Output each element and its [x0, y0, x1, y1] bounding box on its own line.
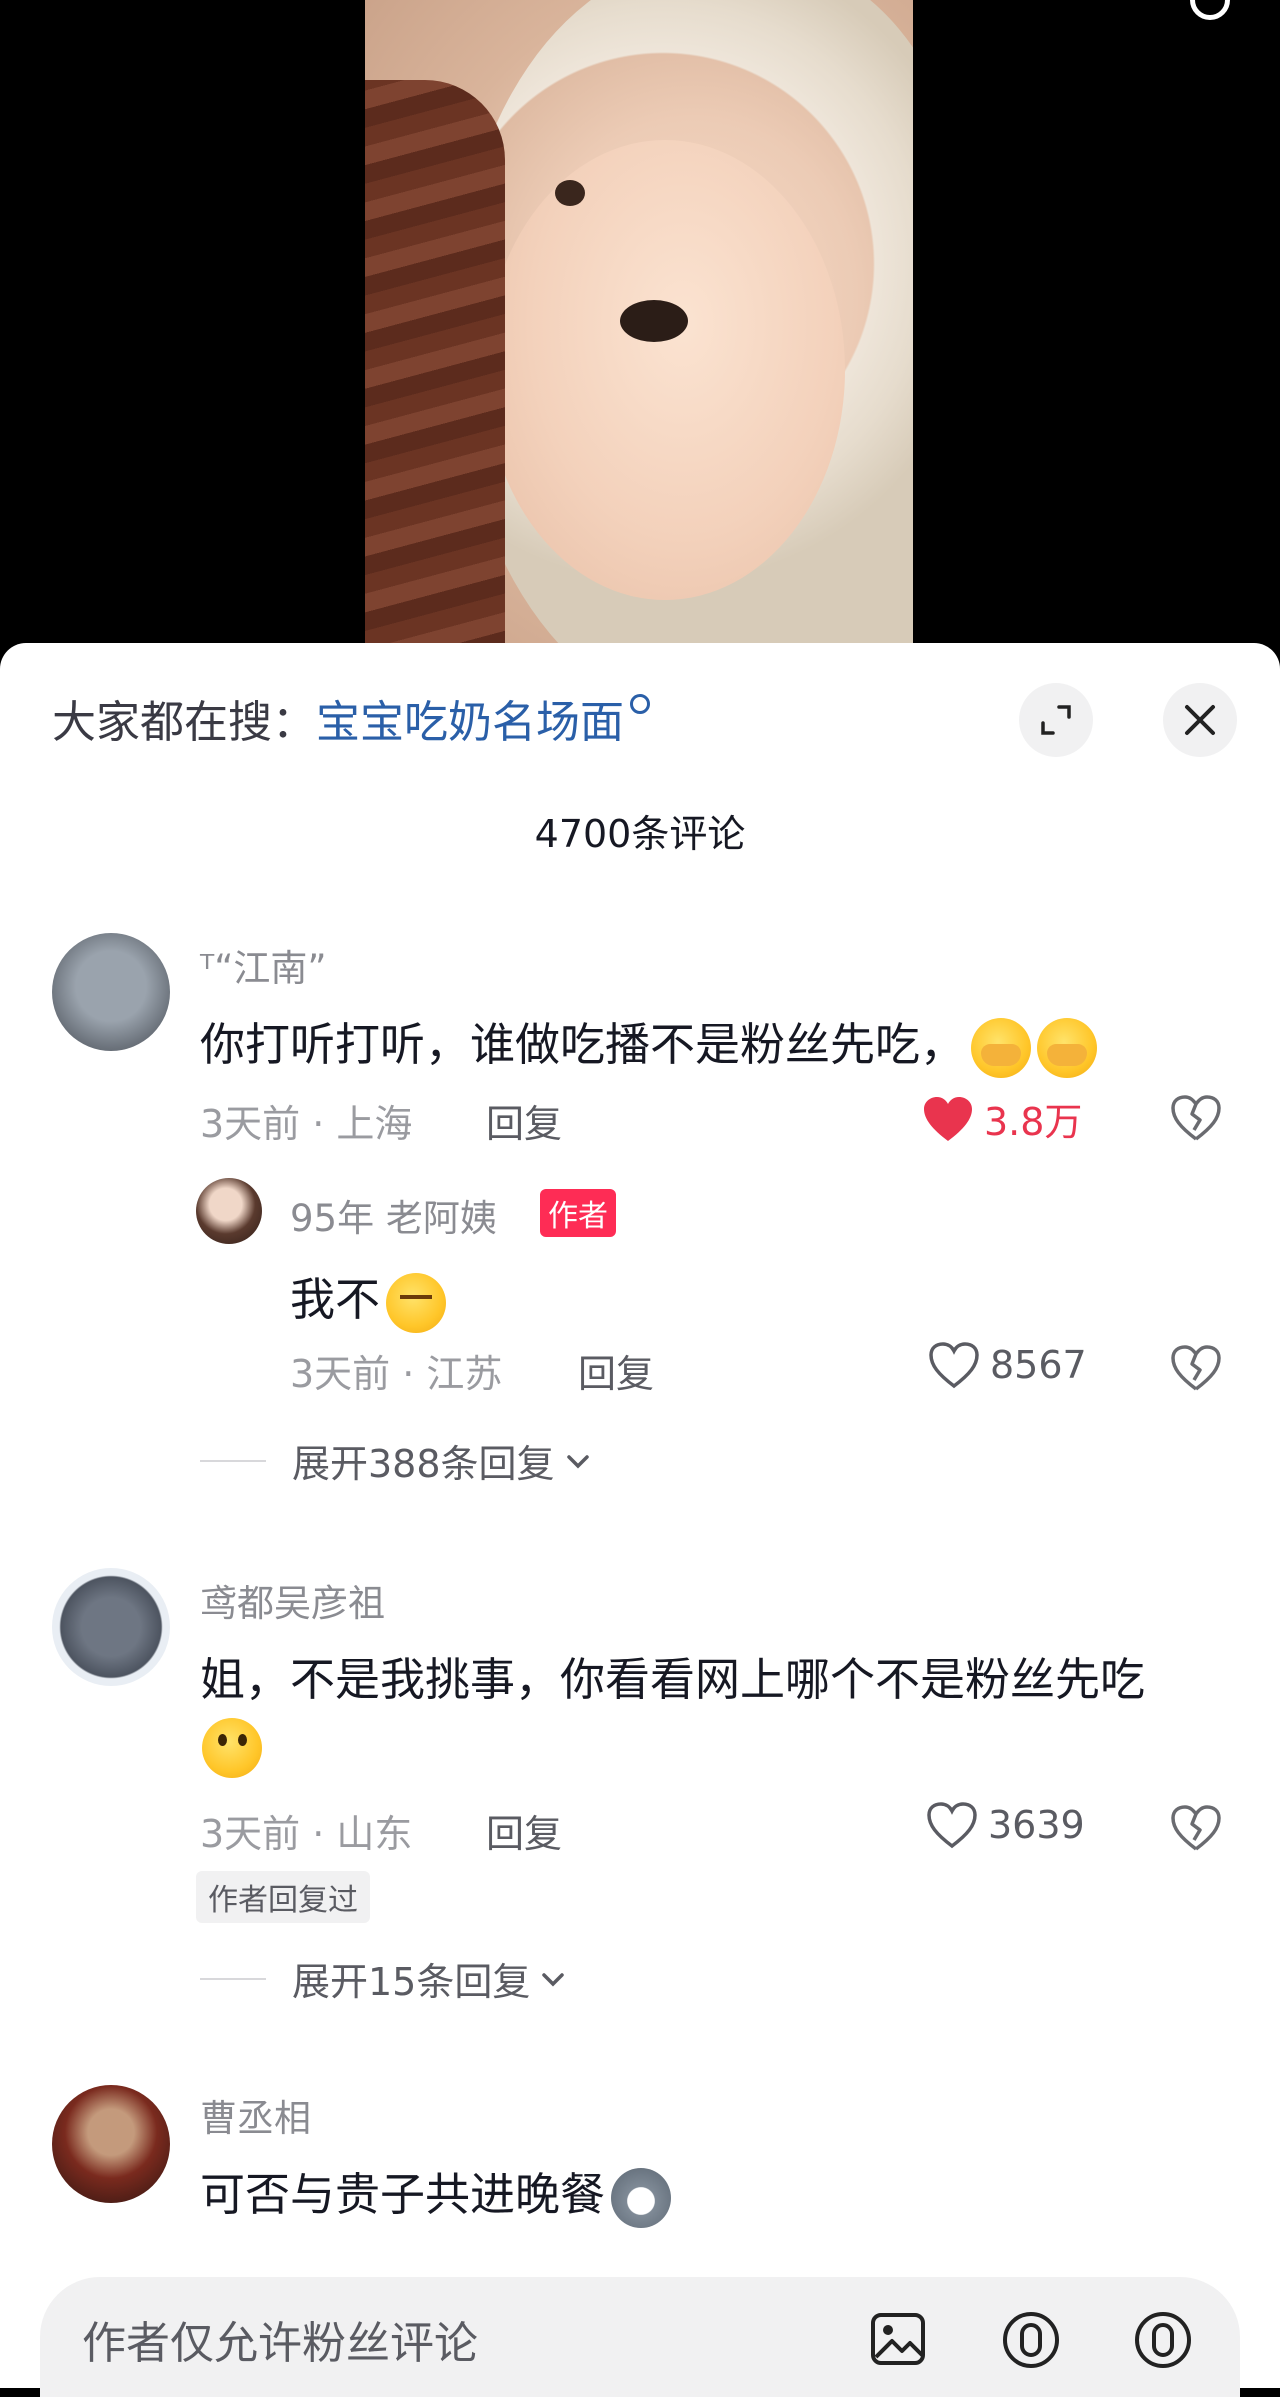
author-badge: 作者 [540, 1189, 616, 1237]
reply-text-content: 我不 [290, 1273, 381, 1326]
video-cloth-shape [365, 80, 505, 660]
comment-text: 你打听打听，谁做吃播不是粉丝先吃， [200, 1008, 1098, 1078]
video-eye-shape [620, 300, 688, 342]
reply-meta: 3天前 · 江苏 [290, 1352, 503, 1396]
comment-meta: 3天前 · 山东 [200, 1812, 413, 1856]
search-icon [630, 694, 650, 714]
reply-button[interactable]: 回复 [486, 1093, 562, 1148]
chevron-down-icon [566, 1454, 589, 1468]
heart-filled-icon [924, 1096, 972, 1141]
comments-panel: 大家都在搜： 宝宝吃奶名场面 4700条评论 ᵀ“江南” 你打听打听，谁做吃播不… [0, 643, 1280, 2388]
expand-replies-button[interactable]: 展开388条回复 [200, 1433, 591, 1488]
avatar[interactable] [52, 2085, 170, 2203]
divider [200, 1459, 266, 1462]
chevron-down-icon [542, 1972, 565, 1986]
comment-meta: 3天前 · 上海 [200, 1102, 413, 1146]
reply-text: 我不 [290, 1263, 447, 1333]
search-icon[interactable] [1190, 0, 1230, 20]
dislike-icon[interactable] [1170, 1804, 1222, 1852]
dislike-icon[interactable] [1170, 1094, 1222, 1142]
video-face-shape [485, 140, 845, 600]
comment-username[interactable]: 曹丞相 [200, 2088, 311, 2142]
reply-username[interactable]: 95年 老阿姨 [290, 1188, 497, 1242]
heart-icon [927, 1802, 977, 1849]
comment-text-content: 可否与贵子共进晚餐 [200, 2168, 606, 2221]
reply-button[interactable]: 回复 [486, 1803, 562, 1858]
emoji-icon[interactable] [1132, 2309, 1194, 2371]
divider [200, 1977, 266, 1980]
at-mention-icon[interactable] [1000, 2309, 1062, 2371]
comment-text: 姐，不是我挑事，你看看网上哪个不是粉丝先吃 [200, 1653, 1146, 1706]
expand-replies-label: 展开15条回复 [292, 1960, 531, 2004]
author-replied-tag: 作者回复过 [196, 1871, 370, 1923]
avatar[interactable] [196, 1178, 262, 1244]
dislike-icon[interactable] [1170, 1344, 1222, 1392]
comment-input-placeholder[interactable]: 作者仅允许粉丝评论 [82, 2307, 478, 2371]
like-button[interactable]: 3.8万 [922, 1091, 1082, 1146]
like-count: 3639 [988, 1803, 1085, 1847]
avatar[interactable] [52, 1568, 170, 1686]
like-count: 3.8万 [984, 1100, 1083, 1144]
video-frame [365, 0, 913, 660]
emoji-icon [202, 1718, 262, 1778]
expand-replies-label: 展开388条回复 [292, 1442, 555, 1486]
comment-text-emoji-line [196, 1718, 262, 1778]
avatar[interactable] [52, 933, 170, 1051]
comment-text: 可否与贵子共进晚餐 [200, 2158, 672, 2228]
emoji-icon [386, 1273, 447, 1333]
video-player[interactable] [0, 0, 1280, 660]
hot-search-prefix: 大家都在搜： [52, 697, 316, 748]
comment-username[interactable]: ᵀ“江南” [200, 938, 327, 992]
comment-username[interactable]: 鸢都吴彦祖 [200, 1573, 385, 1627]
close-icon [1185, 705, 1215, 735]
comment-count: 4700条评论 [534, 812, 746, 856]
like-button[interactable]: 8567 [928, 1341, 1087, 1389]
emoji-icon [1037, 1018, 1098, 1078]
like-count: 8567 [990, 1343, 1087, 1387]
image-icon[interactable] [868, 2309, 928, 2369]
expand-button[interactable] [1019, 683, 1093, 757]
expand-replies-button[interactable]: 展开15条回复 [200, 1951, 566, 2006]
emoji-icon [971, 1018, 1032, 1078]
heart-icon [929, 1342, 979, 1389]
comment-text-content: 你打听打听，谁做吃播不是粉丝先吃， [200, 1018, 966, 1071]
video-eye-shape [555, 180, 585, 206]
reply-button[interactable]: 回复 [578, 1343, 654, 1398]
hot-search-term[interactable]: 宝宝吃奶名场面 [316, 686, 624, 750]
expand-icon [1041, 705, 1071, 735]
like-button[interactable]: 3639 [926, 1801, 1085, 1849]
emoji-icon [611, 2168, 672, 2228]
comment-input-bar[interactable]: 作者仅允许粉丝评论 [40, 2277, 1240, 2397]
close-button[interactable] [1163, 683, 1237, 757]
